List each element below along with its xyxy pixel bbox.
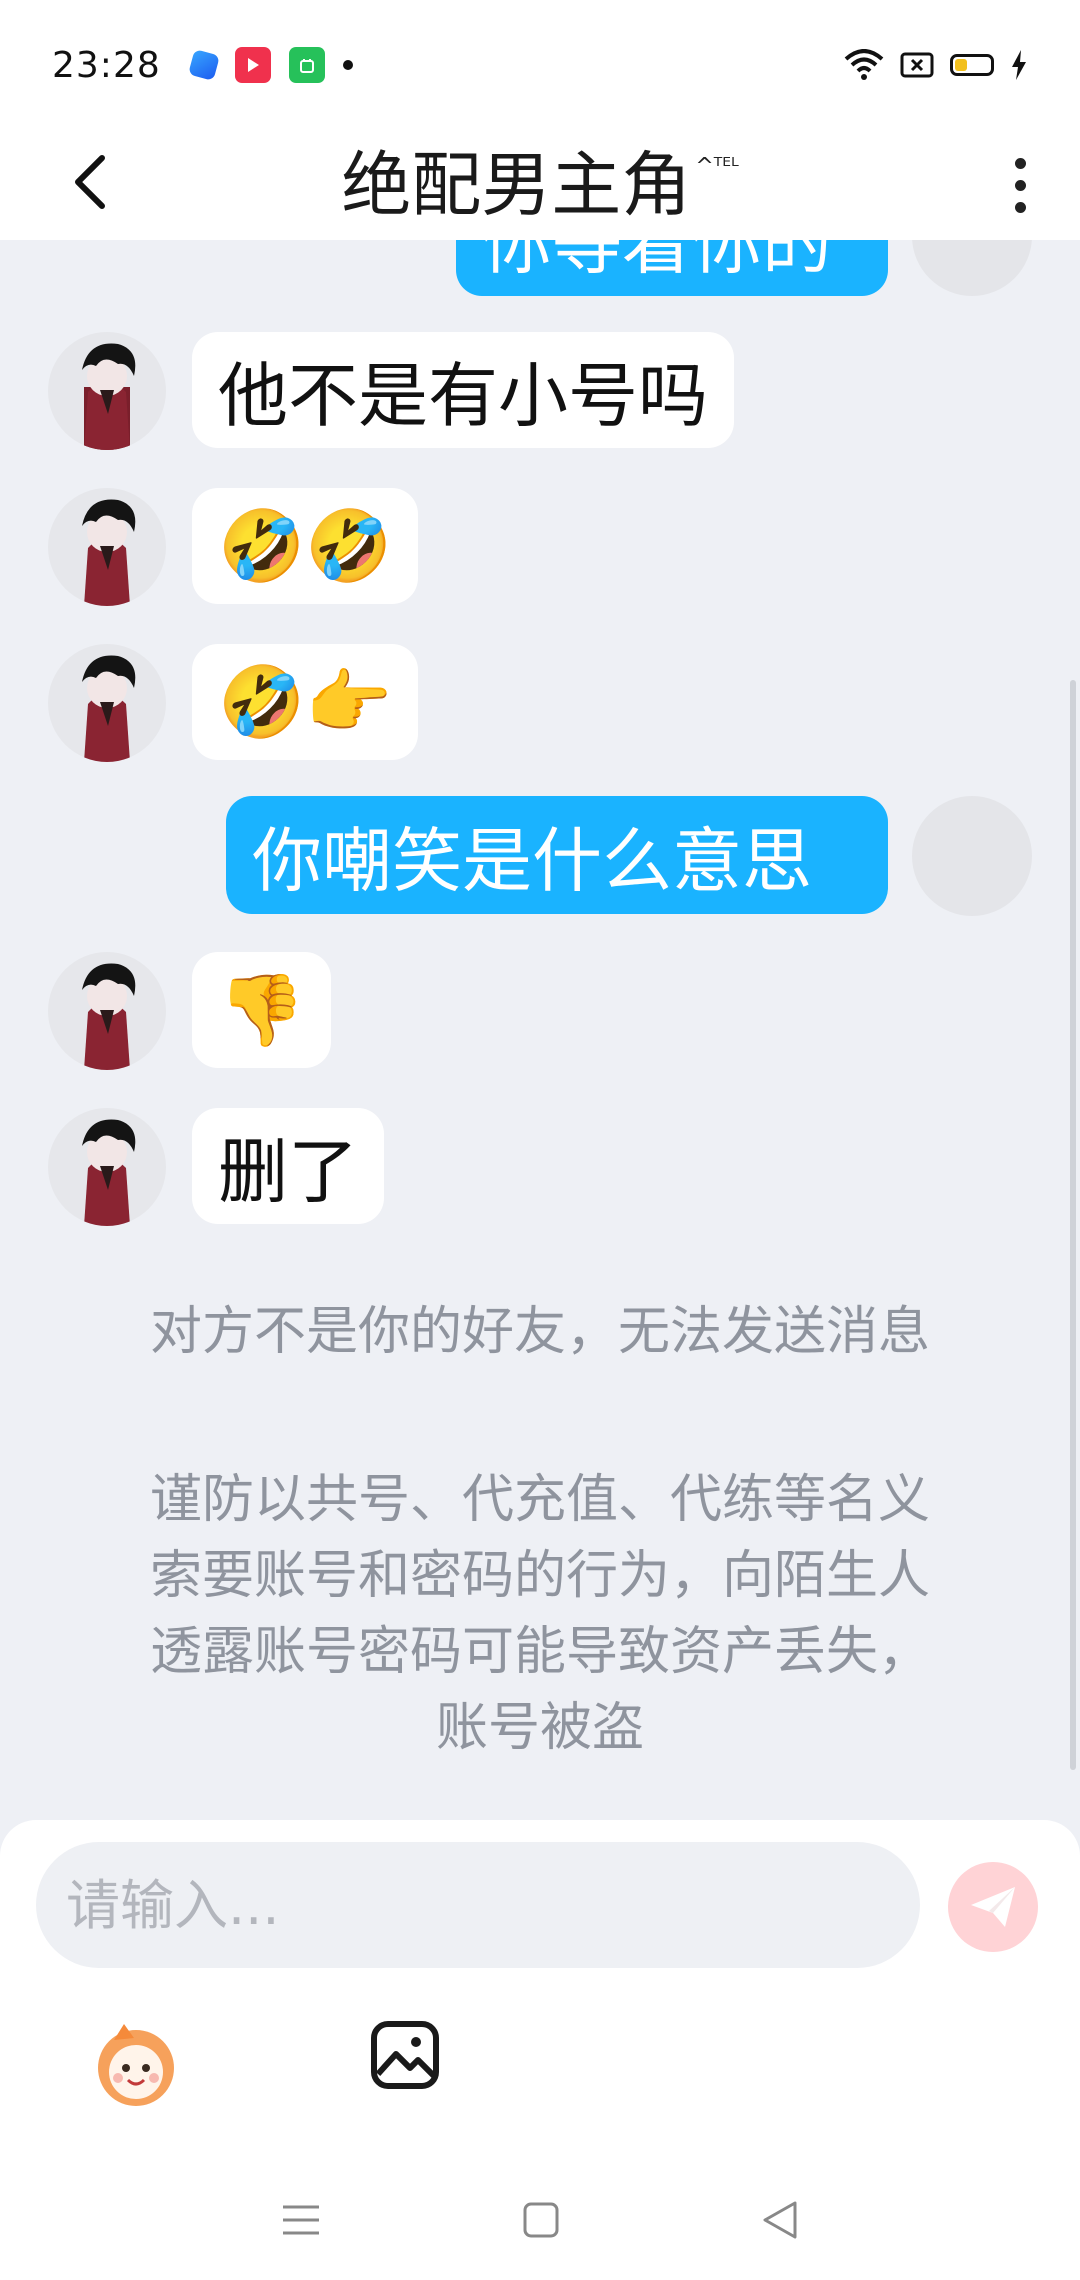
more-dot-icon [1014, 179, 1026, 191]
charging-icon [1012, 50, 1026, 80]
self-avatar[interactable] [912, 240, 1032, 296]
image-button[interactable] [370, 2020, 440, 2090]
scrollbar[interactable] [1070, 680, 1076, 1770]
chat-message-list[interactable]: 你等着你的 他不是有小号吗 🤣🤣 🤣👉 你嘲笑是什么意思 👎 删了 对方不是你的… [0, 240, 1080, 1820]
more-dot-icon [1014, 157, 1026, 169]
warning-line: 谨防以共号、代充值、代练等名义 [149, 1470, 930, 1530]
notification-icons [187, 47, 353, 83]
message-text: 你等着你的 [482, 240, 832, 284]
system-icons [844, 49, 1028, 81]
composer [0, 1820, 1080, 2280]
contact-avatar[interactable] [48, 644, 166, 762]
message-text: 🤣👉 [218, 660, 393, 743]
back-nav-icon[interactable] [761, 2199, 799, 2241]
message-bubble-incoming[interactable]: 🤣🤣 [192, 488, 419, 604]
contact-avatar[interactable] [48, 952, 166, 1070]
message-text: 他不是有小号吗 [218, 354, 708, 437]
security-warning: 谨防以共号、代充值、代练等名义 索要账号和密码的行为，向陌生人 透露账号密码可能… [60, 1462, 1020, 1766]
video-app-icon [234, 47, 271, 83]
send-icon [971, 1887, 1015, 1927]
status-time: 23:28 [52, 44, 161, 86]
store-app-icon [288, 47, 325, 83]
message-bubble-outgoing[interactable]: 你嘲笑是什么意思 [226, 796, 888, 914]
status-bar: 23:28 [0, 0, 1080, 130]
message-bubble-incoming[interactable]: 🤣👉 [192, 644, 419, 760]
warning-line: 索要账号和密码的行为，向陌生人 [149, 1546, 930, 1606]
chat-title-wrap: 绝配男主角 ^ᵀᴱᴸ [341, 150, 738, 220]
warning-line: 账号被盗 [435, 1698, 644, 1758]
message-input[interactable] [36, 1842, 920, 1968]
contact-avatar[interactable] [48, 488, 166, 606]
app-notification-icon [187, 49, 220, 81]
message-text: 👎 [218, 968, 306, 1051]
more-options-button[interactable] [1000, 138, 1040, 232]
sim-icon [900, 52, 934, 78]
message-bubble-incoming[interactable]: 👎 [192, 952, 332, 1068]
message-text: 删了 [218, 1130, 358, 1213]
message-text: 你嘲笑是什么意思 [252, 819, 812, 902]
battery-icon [950, 54, 994, 76]
chat-header: 绝配男主角 ^ᵀᴱᴸ [0, 130, 1080, 240]
sticker-button[interactable] [88, 2016, 184, 2112]
menu-nav-icon[interactable] [281, 2203, 321, 2237]
image-icon [371, 2021, 439, 2089]
wifi-icon [844, 49, 884, 80]
not-friend-notice: 对方不是你的好友，无法发送消息 [149, 1302, 930, 1362]
system-nav-bar [0, 2160, 1080, 2280]
home-nav-icon[interactable] [522, 2201, 560, 2239]
self-avatar[interactable] [912, 796, 1032, 916]
warning-line: 透露账号密码可能导致资产丢失， [149, 1622, 930, 1682]
contact-avatar[interactable] [48, 332, 166, 450]
message-bubble-outgoing[interactable]: 你等着你的 [456, 240, 888, 296]
chevron-left-icon [75, 155, 105, 209]
title-badge: ^ᵀᴱᴸ [695, 154, 739, 179]
message-bubble-incoming[interactable]: 删了 [192, 1108, 384, 1224]
contact-avatar[interactable] [48, 1108, 166, 1226]
back-button[interactable] [70, 142, 130, 222]
send-button[interactable] [948, 1862, 1038, 1952]
message-bubble-incoming[interactable]: 他不是有小号吗 [192, 332, 734, 448]
message-text: 🤣🤣 [218, 504, 393, 587]
more-notifications-dot [342, 60, 353, 70]
sticker-icon [98, 2024, 174, 2106]
chat-title: 绝配男主角 [341, 144, 692, 226]
more-dot-icon [1014, 201, 1026, 213]
